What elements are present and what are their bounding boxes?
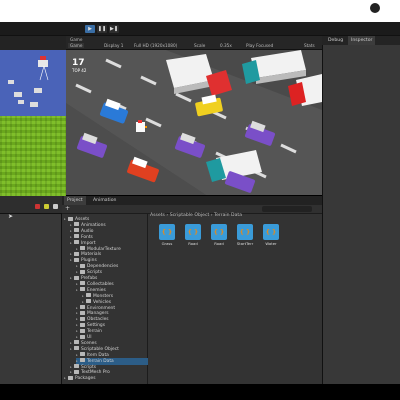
inspector-panel bbox=[322, 36, 400, 384]
breadcrumb[interactable]: Assets › Scriptable Object › Terrain Dat… bbox=[150, 212, 242, 219]
folder-icon bbox=[74, 251, 79, 256]
error-count-icon[interactable] bbox=[35, 204, 40, 209]
step-button[interactable]: ▶❚ bbox=[109, 25, 119, 33]
scene-grass-texture bbox=[0, 116, 66, 196]
warning-count-icon[interactable] bbox=[44, 204, 49, 209]
folder-icon bbox=[80, 263, 85, 268]
play-mode-select[interactable]: Play Focused bbox=[246, 43, 273, 48]
tab-game[interactable]: Game bbox=[70, 37, 82, 42]
create-asset-button[interactable]: + bbox=[65, 205, 70, 212]
folder-icon bbox=[74, 275, 79, 280]
hierarchy-panel bbox=[0, 196, 62, 384]
asset-label: Road bbox=[214, 241, 224, 246]
folder-icon bbox=[74, 228, 79, 233]
folder-icon bbox=[74, 346, 79, 351]
record-indicator-icon bbox=[370, 3, 380, 13]
scriptable-object-icon bbox=[263, 224, 279, 240]
folder-icon bbox=[74, 340, 79, 345]
game-road-scene bbox=[66, 50, 322, 195]
folder-icon bbox=[80, 310, 85, 315]
folder-icon bbox=[74, 222, 79, 227]
bottom-bar bbox=[0, 384, 400, 400]
folder-icon bbox=[86, 293, 91, 298]
folder-icon bbox=[74, 234, 79, 239]
asset-label: Road bbox=[188, 241, 198, 246]
display-type-select[interactable]: Game bbox=[68, 43, 85, 48]
folder-icon bbox=[80, 305, 85, 309]
tree-item-label: Packages bbox=[75, 376, 96, 382]
unity-toolbar bbox=[0, 22, 400, 36]
asset-item[interactable]: Water bbox=[261, 224, 281, 246]
asset-item[interactable]: Grass bbox=[157, 224, 177, 246]
folder-icon bbox=[80, 269, 85, 274]
tab-inspector[interactable]: Inspector bbox=[348, 36, 376, 45]
hierarchy-toolbar bbox=[0, 196, 62, 214]
tree-item[interactable]: ▸ Packages bbox=[64, 375, 96, 382]
folder-icon bbox=[74, 240, 79, 245]
pause-button[interactable]: ❚❚ bbox=[97, 25, 107, 33]
folder-icon bbox=[80, 334, 85, 339]
scriptable-object-icon bbox=[237, 224, 253, 240]
asset-label: StartTerr bbox=[236, 241, 254, 246]
folder-icon bbox=[80, 246, 85, 250]
folder-icon bbox=[74, 257, 79, 262]
folder-icon bbox=[80, 352, 85, 357]
info-count-icon[interactable] bbox=[53, 204, 58, 209]
hud-score: 17 bbox=[72, 58, 85, 68]
tab-animation[interactable]: Animation bbox=[90, 196, 119, 205]
folder-icon bbox=[80, 328, 85, 333]
inspector-tabs: Debug Inspector bbox=[322, 36, 400, 45]
resolution-select[interactable]: Full HD (1920x1080) bbox=[134, 43, 177, 48]
folder-icon bbox=[80, 358, 85, 363]
scriptable-object-icon bbox=[185, 224, 201, 240]
stats-button[interactable]: Stats bbox=[304, 43, 315, 48]
scale-value[interactable]: 0.35x bbox=[220, 43, 232, 48]
display-number-select[interactable]: Display 1 bbox=[104, 43, 123, 48]
folder-icon bbox=[80, 287, 85, 292]
folder-icon bbox=[68, 216, 73, 221]
project-search-input[interactable] bbox=[262, 206, 312, 212]
game-view[interactable]: 17 TOP 42 bbox=[66, 50, 322, 195]
folder-icon bbox=[80, 316, 85, 321]
scriptable-object-icon bbox=[159, 224, 175, 240]
browser-top-bar bbox=[0, 0, 400, 22]
folder-icon bbox=[68, 375, 73, 380]
folder-icon bbox=[80, 322, 85, 327]
scale-label: Scale bbox=[194, 43, 206, 48]
tab-project[interactable]: Project bbox=[64, 196, 86, 205]
tab-debug[interactable]: Debug bbox=[325, 36, 346, 45]
play-button[interactable]: ▶ bbox=[85, 25, 95, 33]
folder-icon bbox=[74, 364, 79, 368]
asset-label: Water bbox=[265, 241, 277, 246]
asset-item[interactable]: Road bbox=[183, 224, 203, 246]
folder-icon bbox=[80, 281, 85, 286]
mouse-cursor-icon: ➤ bbox=[8, 213, 14, 220]
asset-label: Grass bbox=[161, 241, 173, 246]
scene-view-toolbar bbox=[0, 36, 66, 50]
project-tabs: Project Animation bbox=[62, 196, 322, 205]
scriptable-object-icon bbox=[211, 224, 227, 240]
hud-best: TOP 42 bbox=[72, 68, 87, 73]
scene-gizmos bbox=[8, 56, 49, 107]
folder-icon bbox=[86, 299, 91, 304]
asset-item[interactable]: Road bbox=[209, 224, 229, 246]
folder-icon bbox=[74, 369, 79, 374]
asset-item[interactable]: StartTerr bbox=[235, 224, 255, 246]
